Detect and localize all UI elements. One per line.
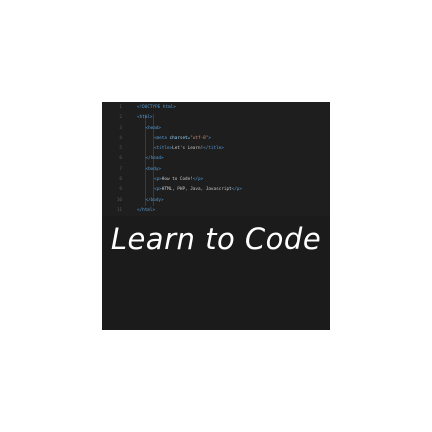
code-line: 9 <p>HTML, PHP, Java, Javascript</p> bbox=[102, 185, 330, 195]
code-line: 10 </body> bbox=[102, 196, 330, 206]
code-token: <p> bbox=[154, 187, 162, 193]
code-line: 1 <!DOCTYPE html> bbox=[102, 103, 330, 113]
learn-to-code-thumbnail: 1 <!DOCTYPE html> 2 <html> 3 <head> 4 <meta cha… bbox=[102, 102, 330, 330]
code-token: "utf-8" bbox=[190, 135, 209, 141]
code-editor-screenshot: 1 <!DOCTYPE html> 2 <html> 3 <head> 4 <meta cha… bbox=[102, 102, 330, 216]
code-token: <body> bbox=[145, 166, 162, 172]
line-number: 1 bbox=[119, 105, 122, 110]
code-text: <head> bbox=[146, 124, 162, 134]
code-token: How to Code! bbox=[161, 177, 193, 183]
code-token: <head> bbox=[145, 125, 162, 131]
code-text: <p>How to Code!</p> bbox=[154, 175, 203, 185]
line-number: 9 bbox=[119, 187, 122, 193]
code-text: <!DOCTYPE html> bbox=[137, 103, 176, 113]
code-text: <html> bbox=[137, 113, 153, 123]
code-lines: 1 <!DOCTYPE html> 2 <html> 3 <head> 4 <meta cha… bbox=[102, 103, 330, 216]
code-text: <title>Let's Learn!</title> bbox=[154, 144, 224, 154]
code-token: <meta bbox=[154, 135, 170, 141]
code-token: HTML, PHP, Java, Javascript bbox=[161, 187, 232, 193]
code-text: <p>HTML, PHP, Java, Javascript</p> bbox=[154, 185, 242, 195]
code-line: 8 <p>How to Code!</p> bbox=[102, 175, 330, 185]
code-token: <!DOCTYPE html> bbox=[137, 105, 176, 110]
code-token: </p> bbox=[192, 177, 204, 183]
code-text: </html> bbox=[137, 206, 155, 216]
line-number: 6 bbox=[119, 156, 122, 162]
code-line: 7 <body> bbox=[102, 165, 330, 175]
code-token: <title> bbox=[154, 146, 173, 152]
code-token: </p> bbox=[231, 187, 242, 193]
code-token: </body> bbox=[145, 197, 164, 203]
code-text: </body> bbox=[146, 196, 164, 206]
code-token: Let's Learn! bbox=[172, 146, 204, 152]
code-line: 5 <title>Let's Learn!</title> bbox=[102, 144, 330, 154]
code-line: 2 <html> bbox=[102, 113, 330, 123]
code-line: 4 <meta charset="utf-8"> bbox=[102, 134, 330, 144]
code-text: <body> bbox=[146, 165, 162, 175]
line-number: 7 bbox=[119, 166, 122, 172]
code-line: 11 </html> bbox=[102, 206, 330, 216]
line-number: 4 bbox=[119, 135, 122, 141]
code-token: </title> bbox=[203, 146, 224, 152]
code-token: </html> bbox=[137, 207, 156, 213]
code-token: charset= bbox=[169, 135, 191, 141]
thumbnail-title: Learn to Code bbox=[110, 222, 322, 256]
line-number: 8 bbox=[119, 177, 122, 183]
code-token: <html> bbox=[137, 115, 153, 121]
code-line: 6 </head> bbox=[102, 154, 330, 164]
code-line: 3 <head> bbox=[102, 124, 330, 134]
line-number: 5 bbox=[119, 146, 122, 152]
code-token: > bbox=[208, 135, 211, 141]
code-token: <p> bbox=[154, 177, 162, 183]
code-text: </head> bbox=[146, 154, 164, 164]
code-text: <meta charset="utf-8"> bbox=[154, 134, 211, 144]
code-token: </head> bbox=[145, 156, 164, 162]
line-number: 11 bbox=[116, 207, 122, 213]
line-number: 2 bbox=[119, 115, 122, 121]
line-number: 3 bbox=[119, 125, 122, 131]
line-number: 10 bbox=[116, 197, 122, 203]
